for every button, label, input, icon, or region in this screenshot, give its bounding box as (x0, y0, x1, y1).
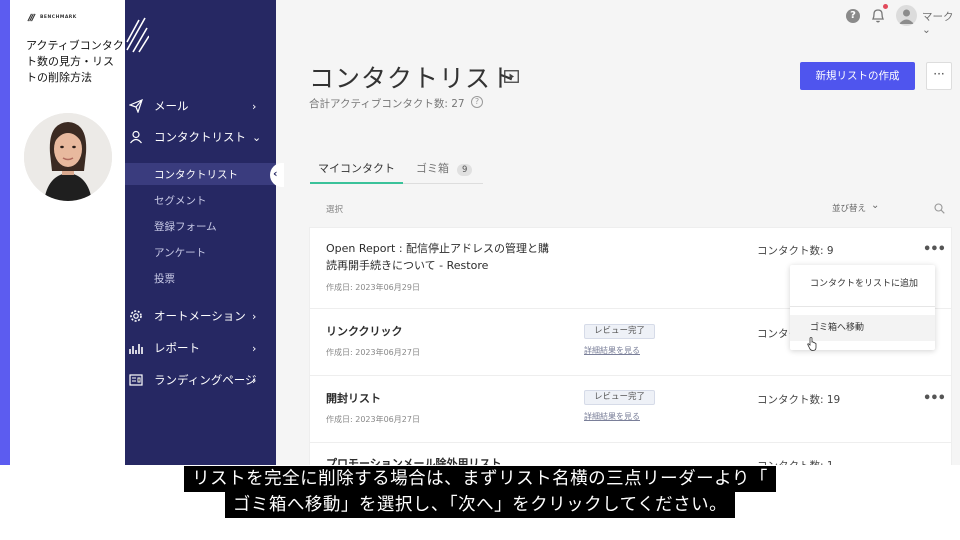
accent-stripe (0, 0, 10, 465)
select-column-label[interactable]: 選択 (326, 203, 343, 215)
menu-item-add-to-list[interactable]: コンタクトをリストに追加 (790, 271, 935, 297)
sidebar-item-label: レポート (154, 341, 200, 355)
sidebar-item-automation[interactable]: オートメーション › (125, 302, 276, 330)
detail-results-link[interactable]: 詳細結果を見る (584, 411, 640, 422)
tab-label: ゴミ箱 (416, 162, 449, 175)
menu-divider (790, 306, 935, 307)
user-icon (130, 130, 142, 144)
row-divider (309, 442, 952, 443)
sidebar-item-contact-list[interactable]: コンタクトリスト ⌄ (125, 123, 276, 151)
hand-cursor-icon (807, 337, 817, 351)
sidebar-item-label: コンタクトリスト (154, 130, 246, 144)
status-badge: レビュー完了 (584, 324, 656, 339)
paper-plane-icon (129, 99, 143, 113)
help-icon[interactable]: ? (846, 9, 860, 23)
sub-item-signup-form[interactable]: 登録フォーム (125, 215, 276, 237)
list-name-line: 読再開手続きについて - Restore (326, 259, 489, 272)
video-play-icon[interactable] (504, 70, 519, 83)
presenter-image (24, 113, 112, 201)
gear-icon (130, 310, 142, 322)
more-options-button[interactable]: ··· (926, 62, 952, 90)
sub-item-segment[interactable]: セグメント (125, 189, 276, 211)
sidebar-item-label: メール (154, 99, 189, 113)
bell-icon[interactable] (870, 7, 886, 24)
caption-line-2: ゴミ箱へ移動」を選択し、「次へ」をクリックしてください。 (224, 492, 736, 518)
search-icon[interactable] (934, 203, 945, 214)
sub-item-contact-list[interactable]: コンタクトリスト (125, 163, 276, 185)
question-icon[interactable]: ? (471, 96, 483, 108)
tab-my-contacts[interactable]: マイコンタクト (310, 160, 403, 184)
list-name-link[interactable]: リンククリック (326, 323, 403, 340)
chevron-right-icon: › (252, 373, 257, 387)
sidebar-item-label: ランディングページ (154, 373, 257, 387)
caption-line-1: リストを完全に削除する場合は、まずリスト名横の三点リーダーより「 (184, 466, 776, 492)
brand-logo: BENCHMARK (27, 13, 77, 22)
trash-count-badge: 9 (457, 164, 473, 176)
created-date: 作成日: 2023年06月27日 (326, 348, 420, 357)
chevron-right-icon: › (252, 309, 257, 323)
contact-count: コンタクト数: 9 (757, 245, 834, 257)
sub-item-label: アンケート (154, 246, 207, 259)
chevron-right-icon: › (252, 99, 257, 113)
chevron-down-icon[interactable]: ⌄ (871, 200, 879, 211)
created-date: 作成日: 2023年06月29日 (326, 283, 420, 292)
presenter-video (24, 113, 112, 201)
chevron-down-icon: ⌄ (252, 130, 262, 144)
sort-dropdown[interactable]: 並び替え (832, 202, 866, 214)
user-menu[interactable]: マーク ⌄ (922, 9, 960, 36)
sub-item-poll[interactable]: 投票 (125, 267, 276, 289)
bar-chart-icon (129, 344, 143, 354)
chevron-right-icon: › (252, 341, 257, 355)
sidebar-item-landing-page[interactable]: ランディングページ › (125, 366, 276, 394)
detail-results-link[interactable]: 詳細結果を見る (584, 345, 640, 356)
status-badge: レビュー完了 (584, 390, 656, 405)
active-contact-count: 合計アクティブコンタクト数: 27 (309, 98, 465, 110)
sidebar-item-label: オートメーション (154, 309, 246, 323)
sub-item-label: コンタクトリスト (154, 168, 238, 181)
tab-trash[interactable]: ゴミ箱 9 (403, 160, 483, 184)
sidebar-item-report[interactable]: レポート › (125, 334, 276, 362)
list-name-line: Open Report : 配信停止アドレスの管理と購 (326, 242, 550, 255)
sub-item-survey[interactable]: アンケート (125, 241, 276, 263)
page-title: コンタクトリスト (309, 64, 518, 93)
landing-page-icon (129, 374, 143, 386)
avatar[interactable] (896, 5, 917, 26)
benchmark-logo-icon (27, 13, 36, 22)
row-more-icon[interactable]: ••• (923, 242, 946, 257)
video-caption: リストを完全に削除する場合は、まずリスト名横の三点リーダーより「 ゴミ箱へ移動」… (0, 466, 960, 518)
app-logo-icon (126, 17, 149, 53)
chevron-left-icon: ‹ (273, 167, 278, 180)
app-sidebar: メール › コンタクトリスト ⌄ コンタクトリスト セグメント 登録フォーム ア… (125, 0, 276, 465)
row-more-icon[interactable]: ••• (923, 391, 946, 406)
sub-item-label: 投票 (154, 272, 175, 285)
sub-item-label: セグメント (154, 194, 207, 207)
new-list-button[interactable]: 新規リストの作成 (800, 62, 915, 90)
created-date: 作成日: 2023年06月27日 (326, 415, 420, 424)
contact-count: コンタクト数: 19 (757, 394, 841, 406)
list-name-link[interactable]: 開封リスト (326, 390, 381, 407)
user-avatar-icon (899, 9, 914, 24)
notification-badge (883, 4, 888, 9)
sub-item-label: 登録フォーム (154, 220, 217, 233)
screen: BENCHMARK アクティブコンタクト数の見方・リストの削除方法 メール › (0, 0, 960, 540)
row-divider (309, 375, 952, 376)
brand-name: BENCHMARK (40, 15, 77, 20)
sidebar-item-mail[interactable]: メール › (125, 92, 276, 120)
tab-label: マイコンタクト (318, 162, 395, 175)
video-title: アクティブコンタクト数の見方・リストの削除方法 (26, 39, 124, 84)
list-name-link[interactable]: Open Report : 配信停止アドレスの管理と購 読再開手続きについて -… (326, 240, 549, 274)
